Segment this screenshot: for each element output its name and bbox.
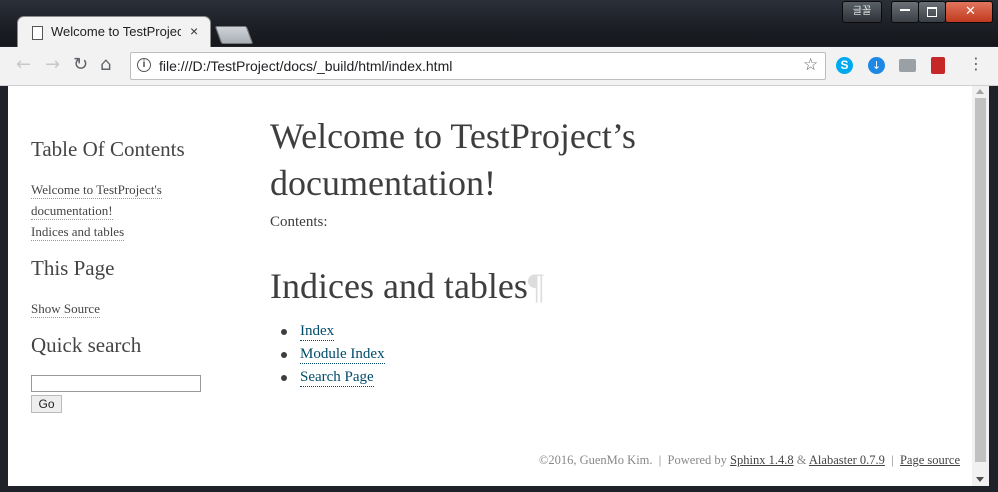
footer-copyright: ©2016, GuenMo Kim. — [538, 453, 653, 467]
browser-tab[interactable]: Welcome to TestProject's × — [18, 17, 210, 47]
bookmark-star-icon[interactable]: ☆ — [803, 55, 818, 75]
this-page-heading: This Page — [31, 256, 115, 280]
page-source-link[interactable]: Page source — [900, 453, 960, 467]
ime-language-button[interactable]: 글꼴 — [842, 1, 882, 23]
footer: ©2016, GuenMo Kim. | Powered by Sphinx 1… — [539, 453, 960, 468]
search-page-link[interactable]: Search Page — [300, 368, 374, 387]
forward-button[interactable]: → — [45, 56, 60, 74]
close-icon: ✕ — [965, 4, 976, 19]
browser-toolbar: ← → ↻ ⌂ i file:///D:/TestProject/docs/_b… — [0, 47, 998, 86]
footer-separator: | — [891, 453, 894, 467]
scroll-thumb[interactable] — [975, 98, 986, 462]
home-button[interactable]: ⌂ — [100, 56, 111, 74]
toc-item-welcome-line2[interactable]: documentation! — [31, 202, 113, 220]
skype-extension-icon[interactable]: S — [836, 57, 853, 74]
toc-item-welcome[interactable]: Welcome to TestProject's — [31, 181, 162, 199]
page-title-line1: Welcome to TestProject’s — [270, 116, 636, 156]
toc-heading: Table Of Contents — [31, 137, 185, 161]
quick-search-heading: Quick search — [31, 333, 142, 357]
contents-label: Contents: — [270, 214, 328, 230]
title-bar: Welcome to TestProject's × 글꼴 ✕ — [0, 0, 998, 47]
shirt-extension-icon[interactable] — [899, 59, 916, 72]
toc-item-indices[interactable]: Indices and tables — [31, 223, 125, 241]
index-link[interactable]: Index — [300, 322, 335, 341]
footer-separator: | — [658, 453, 662, 467]
back-button[interactable]: ← — [16, 56, 31, 74]
close-window-button[interactable]: ✕ — [945, 1, 993, 23]
address-bar[interactable]: i file:///D:/TestProject/docs/_build/htm… — [130, 52, 826, 80]
show-source-link[interactable]: Show Source — [31, 300, 100, 318]
bullet-icon — [281, 375, 287, 381]
alabaster-link[interactable]: Alabaster 0.7.9 — [809, 453, 885, 467]
scroll-down-arrow-icon[interactable] — [976, 477, 984, 482]
footer-powered-by: Powered by — [667, 453, 727, 467]
page-viewport: Table Of Contents Welcome to TestProject… — [8, 86, 972, 486]
bullet-icon — [281, 329, 287, 335]
minimize-button[interactable] — [891, 1, 919, 23]
tab-close-icon[interactable]: × — [190, 23, 198, 39]
scroll-up-arrow-icon[interactable] — [976, 89, 984, 94]
reload-button[interactable]: ↻ — [73, 56, 88, 74]
page-icon — [32, 26, 43, 40]
url-text[interactable]: file:///D:/TestProject/docs/_build/html/… — [159, 58, 452, 74]
bullet-icon — [281, 352, 287, 358]
go-button[interactable]: Go — [31, 395, 62, 413]
vertical-scrollbar[interactable] — [972, 86, 989, 486]
book-extension-icon[interactable] — [931, 57, 945, 74]
maximize-button[interactable] — [918, 1, 946, 23]
browser-menu-icon[interactable]: ⋮ — [968, 56, 984, 72]
module-index-link[interactable]: Module Index — [300, 345, 385, 364]
pilcrow-icon[interactable]: ¶ — [528, 266, 544, 306]
section-heading: Indices and tables¶ — [270, 266, 544, 306]
search-input[interactable] — [31, 375, 201, 392]
page-title-line2: documentation! — [270, 163, 496, 203]
info-icon[interactable]: i — [137, 58, 151, 72]
footer-amp: & — [796, 453, 807, 467]
window-bottom-border — [0, 486, 998, 492]
new-tab-button[interactable] — [214, 26, 254, 44]
sphinx-link[interactable]: Sphinx 1.4.8 — [730, 453, 794, 467]
tab-title: Welcome to TestProject's — [51, 24, 181, 39]
download-extension-icon[interactable]: ↓ — [868, 57, 885, 74]
section-heading-text: Indices and tables — [270, 266, 528, 306]
